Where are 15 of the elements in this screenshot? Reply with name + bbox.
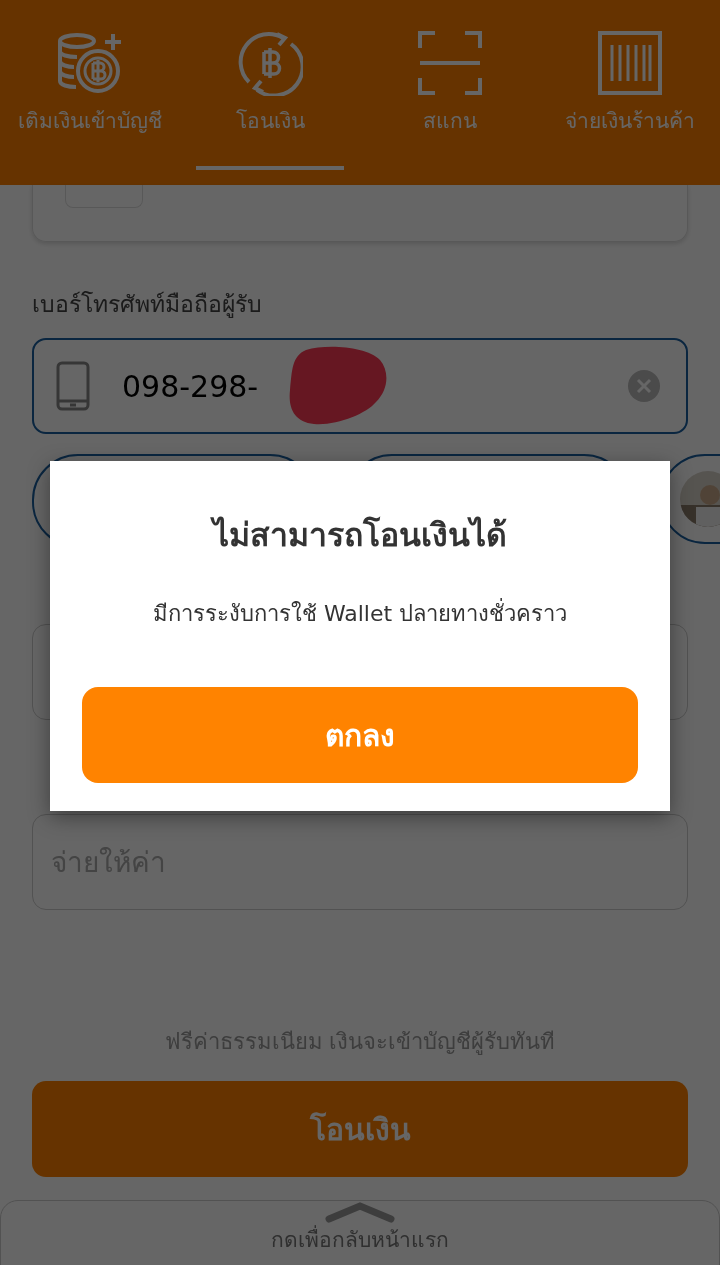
phone-field[interactable]: 098-298- xyxy=(32,338,688,434)
nav-tab[interactable]: จ่ายเงินร้านค้า xyxy=(540,0,720,185)
phone-icon xyxy=(56,361,90,411)
ok-button[interactable]: ตกลง xyxy=(82,687,638,783)
dialog-message: มีการระงับการใช้ Wallet ปลายทางชั่วคราว xyxy=(152,596,568,631)
field-label: เบอร์โทรศัพท์มือถือผู้รับ xyxy=(32,290,263,320)
nav-tab[interactable]: เติมเงินเข้าบัญชี xyxy=(0,0,180,185)
nav-tab[interactable]: โอนเงิน xyxy=(180,0,360,185)
baht-exchange-icon xyxy=(237,30,303,96)
chevron-up-icon xyxy=(325,1201,395,1223)
scan-icon xyxy=(417,30,483,96)
transfer-button[interactable]: โอนเงิน xyxy=(32,1081,688,1177)
barcode-icon xyxy=(598,31,662,95)
phone-input[interactable]: 098-298- xyxy=(122,368,282,404)
nav-tab[interactable]: สแกน xyxy=(360,0,540,185)
